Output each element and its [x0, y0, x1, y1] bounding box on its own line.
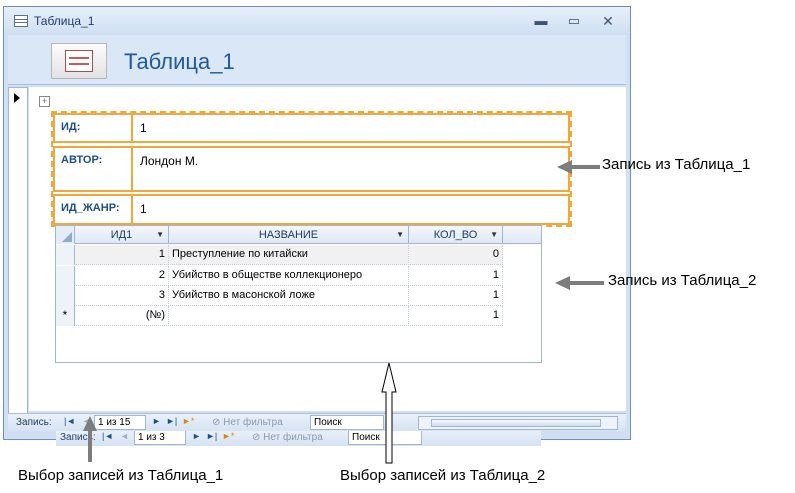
- arrow-record1-icon: [557, 160, 600, 174]
- arrow-select2-icon: [381, 362, 397, 464]
- arrow-record2-icon: [555, 276, 604, 290]
- arrow-select1-icon: [83, 416, 97, 462]
- annotation-record2: Запись из Таблица_2: [608, 272, 757, 289]
- annotation-record1: Запись из Таблица_1: [602, 156, 751, 173]
- annotation-select2: Выбор записей из Таблица_2: [340, 467, 546, 484]
- annotation-arrows: [83, 160, 604, 464]
- annotation-select1: Выбор записей из Таблица_1: [18, 467, 224, 484]
